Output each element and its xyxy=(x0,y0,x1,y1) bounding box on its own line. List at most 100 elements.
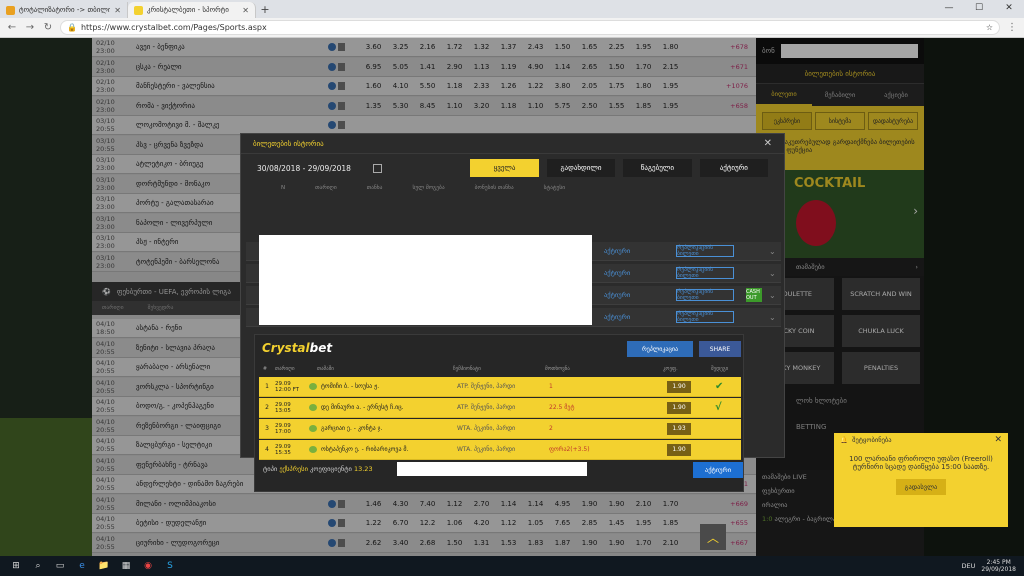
back-icon[interactable]: ← xyxy=(6,22,18,33)
slip-time: 12:00 FT xyxy=(275,386,300,393)
brand-part-b: bet xyxy=(309,341,333,355)
slip-pick: 22.5 მეტ xyxy=(549,404,575,411)
chrome-icon[interactable]: ◉ xyxy=(140,559,156,573)
calendar-icon[interactable] xyxy=(372,163,383,173)
slip-odd: 1.93 xyxy=(667,422,691,435)
notification-go-button[interactable]: გადასვლა xyxy=(896,479,946,495)
window-controls: — ☐ ✕ xyxy=(934,0,1024,18)
slip-match: დე მინაური ა. - ერნესტ ჩ.იც. xyxy=(321,404,404,411)
chevron-down-icon[interactable]: ⌄ xyxy=(769,247,776,256)
close-window-button[interactable]: ✕ xyxy=(994,0,1024,18)
slip-tournament: ATP. შენჟენი, პარდი xyxy=(457,383,516,390)
chevron-down-icon[interactable]: ⌄ xyxy=(769,313,776,322)
windows-icon[interactable]: ⊞ xyxy=(8,559,24,573)
slip-pick: 2 xyxy=(549,425,553,432)
clock[interactable]: 2:45 PM 29/09/2018 xyxy=(981,559,1016,573)
type-value: ექსპრესი xyxy=(279,465,308,473)
notification-text: 100 ლარიანი ფრიროლი უფასო (Freeroll) ტურ… xyxy=(849,455,993,471)
coef-value: 13.23 xyxy=(353,465,373,473)
menu-icon[interactable]: ⋮ xyxy=(1006,22,1018,33)
redacted-area xyxy=(259,235,592,325)
filter-lost[interactable]: წაგებული xyxy=(623,159,692,177)
col-date: თარიღი xyxy=(315,185,337,191)
tab-close-icon[interactable]: ✕ xyxy=(242,6,249,15)
filter-all[interactable]: ყველა xyxy=(470,159,539,177)
replicate-ticket-button[interactable]: რეპლიკაციის ბილეთი xyxy=(676,289,734,301)
history-status[interactable]: აქტიური xyxy=(604,269,630,277)
slip-col-odd: კოეფ. xyxy=(663,366,678,372)
minimize-button[interactable]: — xyxy=(934,0,964,18)
chevron-down-icon[interactable]: ⌄ xyxy=(769,269,776,278)
slip-odd: 1.90 xyxy=(667,380,691,393)
slip-num: 4 xyxy=(265,446,269,453)
slip-col-n: # xyxy=(262,366,268,372)
slip-col-pick: მოთხოვნა xyxy=(545,366,570,372)
tennis-ball-icon xyxy=(309,446,317,453)
slip-match: ტომიჩი ბ. - სოუსა ჟ. xyxy=(321,383,380,390)
star-icon[interactable]: ☆ xyxy=(986,23,993,32)
search-icon[interactable]: ⌕ xyxy=(30,559,46,573)
slip-date: 29.09 15:35 xyxy=(275,444,305,456)
tab-close-icon[interactable]: ✕ xyxy=(114,6,121,15)
browser-tab-bar: ტოტალიზატორი -> თბილი... ✕ კრისტალბეთი -… xyxy=(0,0,1024,18)
slip-footer: ტიპი ექსპრესი კოეფიციენტი 13.23 xyxy=(263,465,373,473)
slip-row: 2 29.09 13:05 დე მინაური ა. - ერნესტ ჩ.იც. A… xyxy=(259,398,741,418)
replicate-ticket-button[interactable]: რეპლიკაციის ბილეთი xyxy=(676,267,734,279)
col-status: სტატუსი xyxy=(543,185,566,191)
history-status[interactable]: აქტიური xyxy=(604,313,630,321)
browser-tab-1[interactable]: ტოტალიზატორი -> თბილი... ✕ xyxy=(0,2,128,18)
scroll-top-icon[interactable]: ︿ xyxy=(700,524,726,550)
filter-bar: 30/08/2018 - 29/09/2018 ყველა გადახდილი … xyxy=(241,154,784,182)
share-button[interactable]: SHARE xyxy=(699,341,741,357)
favicon-icon xyxy=(6,5,15,15)
explorer-icon[interactable]: 📁 xyxy=(96,559,112,573)
active-status-button[interactable]: აქტიური xyxy=(693,462,743,478)
brand-part-a: Crystal xyxy=(262,341,310,355)
bell-icon: 🔔 xyxy=(840,436,849,444)
browser-tab-2[interactable]: კრისტალბეთი - სპორტი ✕ xyxy=(128,2,256,18)
close-icon[interactable]: ✕ xyxy=(994,435,1002,445)
slip-time: 15:35 xyxy=(275,449,291,456)
filter-paid[interactable]: გადახდილი xyxy=(546,159,616,177)
chevron-down-icon[interactable]: ⌄ xyxy=(769,291,776,300)
slip-date: 29.09 13:05 xyxy=(275,402,305,414)
cashout-button[interactable]: CASH OUT xyxy=(746,288,762,302)
slip-num: 3 xyxy=(265,425,269,432)
edge-icon[interactable]: e xyxy=(74,559,90,573)
tennis-ball-icon xyxy=(309,404,317,411)
notification-title: შეტყობინება xyxy=(852,436,892,444)
slip-match: გარციაი ე. - კონტა ჯ. xyxy=(321,425,383,432)
forward-icon[interactable]: → xyxy=(24,22,36,33)
date-range[interactable]: 30/08/2018 - 29/09/2018 xyxy=(257,164,365,173)
replicate-ticket-button[interactable]: რეპლიკაციის ბილეთი xyxy=(676,245,734,257)
maximize-button[interactable]: ☐ xyxy=(964,0,994,18)
taskview-icon[interactable]: ▭ xyxy=(52,559,68,573)
bet-history-modal: ბილეთების ისტორია ✕ 30/08/2018 - 29/09/2… xyxy=(240,133,785,492)
url-text: https://www.crystalbet.com/Pages/Sports.… xyxy=(80,23,267,32)
coef-label: კოეფიციენტი xyxy=(310,465,352,473)
calculator-icon[interactable]: ▦ xyxy=(118,559,134,573)
filter-active[interactable]: აქტიური xyxy=(699,159,769,177)
history-status[interactable]: აქტიური xyxy=(604,247,630,255)
replicate-button[interactable]: რეპლიკაცია xyxy=(627,341,693,357)
slip-row: 3 29.09 17:00 გარციაი ე. - კონტა ჯ. WTA. პეკ… xyxy=(259,419,741,439)
close-icon[interactable]: ✕ xyxy=(764,138,772,149)
replicate-ticket-button[interactable]: რეპლიკაციის ბილეთი xyxy=(676,311,734,323)
tennis-ball-icon xyxy=(309,425,317,432)
slip-tournament: ATP. შენჟენი, პარდი xyxy=(457,404,516,411)
slip-date: 29.09 12:00 FT xyxy=(275,381,305,393)
slip-row: 1 29.09 12:00 FT ტომიჩი ბ. - სოუსა ჟ. ATP. შ… xyxy=(259,377,741,397)
reload-icon[interactable]: ↻ xyxy=(42,22,54,33)
url-input[interactable]: 🔒 https://www.crystalbet.com/Pages/Sport… xyxy=(60,20,1000,35)
slip-row: 4 29.09 15:35 ოსტაპენკო ე. - რიბარიკოვა მ. W… xyxy=(259,440,741,460)
col-win: სულ მოგება xyxy=(412,185,445,191)
language-indicator[interactable]: DEU xyxy=(962,562,976,570)
history-status[interactable]: აქტიური xyxy=(604,291,630,299)
notification-popup: 🔔 შეტყობინება ✕ 100 ლარიანი ფრიროლი უფას… xyxy=(834,433,1008,527)
skype-icon[interactable]: S xyxy=(162,559,178,573)
lock-icon: 🔒 xyxy=(67,23,77,32)
slip-date: 29.09 17:00 xyxy=(275,423,305,435)
slip-match: ოსტაპენკო ე. - რიბარიკოვა მ. xyxy=(321,446,409,453)
brand-logo: Crystalbet xyxy=(262,341,332,355)
new-tab-button[interactable]: + xyxy=(256,2,274,18)
